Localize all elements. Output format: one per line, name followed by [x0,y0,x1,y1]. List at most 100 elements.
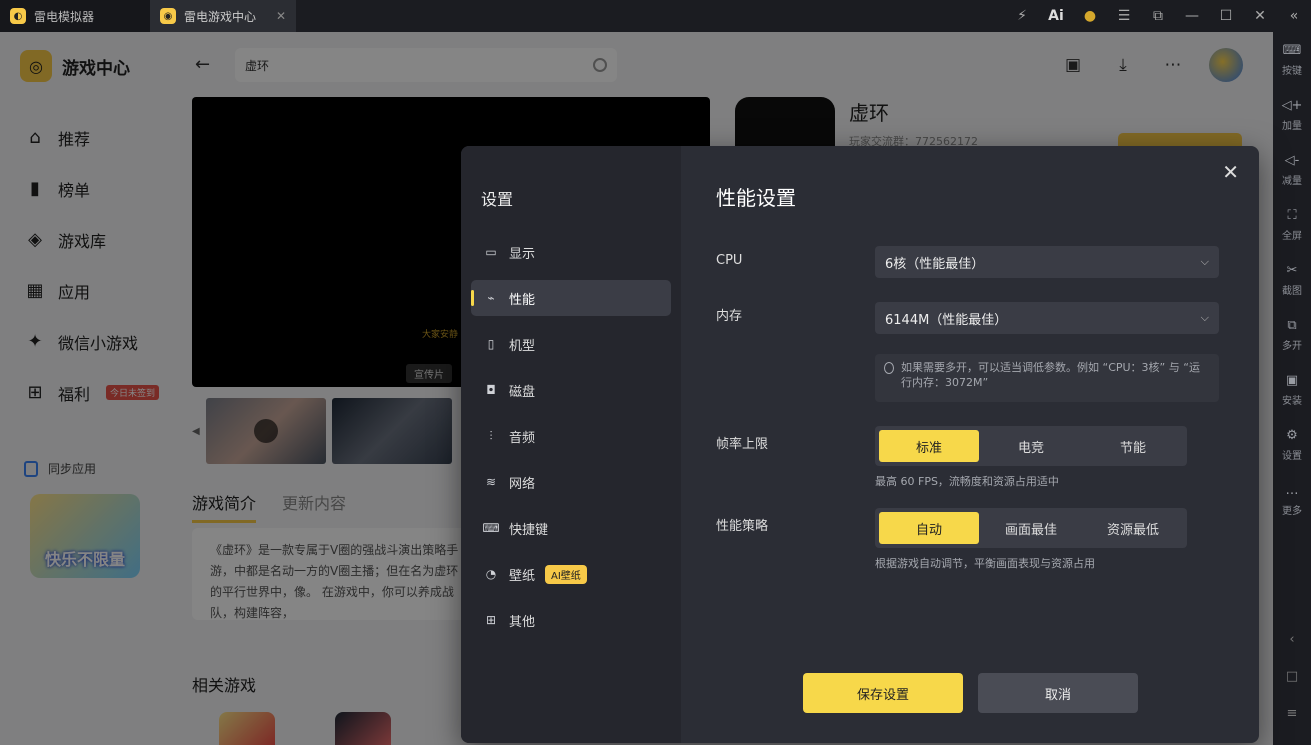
grid-icon: ⊞ [485,613,497,627]
toolbar-label: 多开 [1282,341,1302,352]
toolbar-volume-down[interactable]: ◁- 减量 [1273,142,1311,197]
tab-label: 雷电游戏中心 [184,9,257,24]
toolbar-label: 更多 [1282,506,1302,517]
settings-dialog: 设置 ▭ 显示 ⌁ 性能 ▯ 机型 ◘ 磁盘 ⫶ 音频 ≋ 网络 ⌨ 快捷键 ◔… [461,146,1259,743]
strategy-label: 性能策略 [716,519,769,534]
toolbar-label: 安装 [1282,396,1302,407]
toolbar-label: 设置 [1282,451,1302,462]
right-toolbar: ⌨ 按键 ◁+ 加量 ◁- 减量 ⛶ 全屏 ✂ 截图 ⧉ 多开 ▣ 安装 ⚙ 设… [1273,32,1311,745]
toolbar-fullscreen[interactable]: ⛶ 全屏 [1273,197,1311,252]
ai-icon[interactable]: Ai [1039,0,1073,32]
settings-menu: ▭ 显示 ⌁ 性能 ▯ 机型 ◘ 磁盘 ⫶ 音频 ≋ 网络 ⌨ 快捷键 ◔ 壁纸… [471,234,671,648]
audio-icon: ⫶ [489,428,493,443]
strategy-segmented-control: 自动 画面最佳 资源最低 [875,508,1187,548]
scissors-icon: ✂ [1286,262,1298,278]
settings-item-label: 壁纸 [509,568,536,584]
ai-wallpaper-badge: AI壁纸 [545,564,587,584]
settings-title: 设置 [481,190,514,209]
cpu-select[interactable]: 6核（性能最佳） ⌵ [875,246,1219,278]
settings-item-label: 显示 [509,246,536,262]
monitor-icon: ▭ [485,245,497,259]
toolbar-keyboard[interactable]: ⌨ 按键 [1273,32,1311,87]
framerate-segmented-control: 标准 电竞 节能 [875,426,1187,466]
title-bar: ◐ 雷电模拟器 ◉ 雷电游戏中心 ✕ ⚡ Ai ● ☰ ⧉ — ☐ ✕ « [0,0,1311,32]
minimize-icon[interactable]: — [1175,0,1209,32]
settings-item-label: 机型 [509,338,536,354]
tab-emulator[interactable]: ◐ 雷电模拟器 [0,0,150,32]
strategy-option-best-visual[interactable]: 画面最佳 [981,512,1081,544]
window-controls: ⚡ Ai ● ☰ ⧉ — ☐ ✕ « [1005,0,1311,32]
framerate-option-esports[interactable]: 电竞 [981,430,1081,462]
memory-hint-text: 如果需要多开，可以适当调低参数。例如 “CPU：3核” 与 “运行内存：3072… [901,361,1200,389]
android-nav-buttons: ‹ □ ≡ [1273,632,1311,721]
memory-select[interactable]: 6144M（性能最佳） ⌵ [875,302,1219,334]
fullscreen-icon: ⛶ [1287,207,1297,223]
cpu-value: 6核（性能最佳） [885,256,985,272]
memory-label: 内存 [716,309,743,324]
collapse-sidebar-icon[interactable]: « [1277,0,1311,32]
emulator-logo-icon: ◐ [10,8,26,24]
save-button[interactable]: 保存设置 [803,673,963,713]
toolbar-volume-up[interactable]: ◁+ 加量 [1273,87,1311,142]
location-hint-icon [884,362,894,374]
user-avatar-icon[interactable]: ● [1073,0,1107,32]
close-icon[interactable]: ✕ [1243,0,1277,32]
toolbar-settings[interactable]: ⚙ 设置 [1273,417,1311,472]
tab-label: 雷电模拟器 [34,9,95,24]
volume-up-icon: ◁+ [1281,97,1303,113]
tab-game-center[interactable]: ◉ 雷电游戏中心 ✕ [150,0,296,32]
keyboard-icon: ⌨ [482,521,500,535]
settings-item-label: 快捷键 [509,522,549,538]
android-home-icon[interactable]: □ [1286,669,1298,684]
settings-item-label: 网络 [509,476,536,492]
toolbar-label: 加量 [1282,121,1302,132]
keyboard-icon: ⌨ [1282,42,1302,58]
settings-item-label: 性能 [509,292,536,308]
strategy-option-auto[interactable]: 自动 [879,512,979,544]
memory-value: 6144M（性能最佳） [885,312,1008,328]
framerate-option-power-saving[interactable]: 节能 [1083,430,1183,462]
panel-heading: 性能设置 [716,186,796,210]
settings-item-audio[interactable]: ⫶ 音频 [471,418,671,454]
toolbar-label: 按键 [1282,66,1302,77]
toolbar-multi-open[interactable]: ⧉ 多开 [1273,307,1311,362]
menu-icon[interactable]: ☰ [1107,0,1141,32]
settings-item-network[interactable]: ≋ 网络 [471,464,671,500]
cancel-button[interactable]: 取消 [978,673,1138,713]
settings-item-display[interactable]: ▭ 显示 [471,234,671,270]
settings-icon: ⚙ [1286,427,1298,443]
framerate-option-standard[interactable]: 标准 [879,430,979,462]
phone-icon: ▯ [487,337,495,351]
settings-item-other[interactable]: ⊞ 其他 [471,602,671,638]
toolbar-install[interactable]: ▣ 安装 [1273,362,1311,417]
strategy-hint: 根据游戏自动调节，平衡画面表现与资源占用 [875,557,1095,570]
settings-item-wallpaper[interactable]: ◔ 壁纸 AI壁纸 [471,556,671,592]
settings-item-label: 音频 [509,430,536,446]
android-back-icon[interactable]: ‹ [1289,632,1294,647]
performance-settings-panel: 性能设置 ✕ CPU 6核（性能最佳） ⌵ 内存 6144M（性能最佳） ⌵ 如… [681,146,1259,743]
framerate-label: 帧率上限 [716,437,769,452]
maximize-icon[interactable]: ☐ [1209,0,1243,32]
boost-icon[interactable]: ⚡ [1005,0,1039,32]
wifi-icon: ≋ [485,475,497,489]
toolbar-label: 截图 [1282,286,1302,297]
strategy-option-lowest-resource[interactable]: 资源最低 [1083,512,1183,544]
toolbar-label: 减量 [1282,176,1302,187]
settings-item-label: 其他 [509,614,536,630]
game-center-logo-icon: ◉ [160,8,176,24]
popout-icon[interactable]: ⧉ [1141,0,1175,32]
chevron-down-icon: ⌵ [1200,255,1209,268]
tab-close-icon[interactable]: ✕ [276,9,286,23]
settings-item-disk[interactable]: ◘ 磁盘 [471,372,671,408]
disk-icon: ◘ [486,383,496,397]
android-menu-icon[interactable]: ≡ [1287,706,1298,721]
settings-item-shortcuts[interactable]: ⌨ 快捷键 [471,510,671,546]
more-icon: … [1285,482,1299,498]
toolbar-screenshot[interactable]: ✂ 截图 [1273,252,1311,307]
settings-item-device-model[interactable]: ▯ 机型 [471,326,671,362]
close-icon[interactable]: ✕ [1222,160,1239,184]
toolbar-more[interactable]: … 更多 [1273,472,1311,527]
apk-install-icon: ▣ [1285,372,1299,388]
cpu-label: CPU [716,253,743,268]
settings-item-performance[interactable]: ⌁ 性能 [471,280,671,316]
